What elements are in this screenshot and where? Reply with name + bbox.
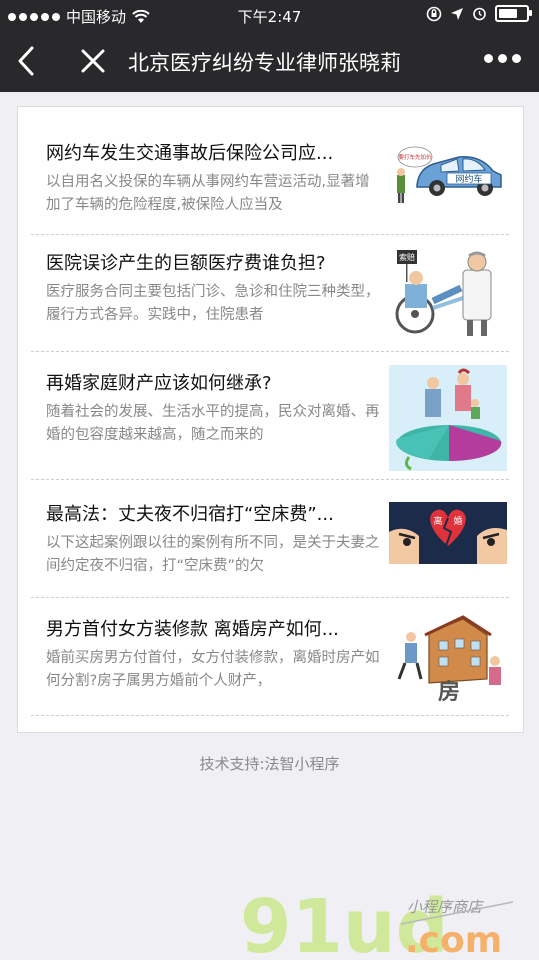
list-divider (31, 479, 509, 480)
list-item[interactable]: 医院误诊产生的巨额医疗费谁负担? 医疗服务合同主要包括门诊、急诊和住院三种类型，… (46, 246, 512, 341)
list-item[interactable]: 网约车发生交通事故后保险公司应... 以自用名义投保的车辆从事网约车营运活动,显… (46, 141, 512, 231)
status-bar: 中国移动 下午2:47 (0, 0, 539, 30)
speech-bubble-text: 要打车先加价 (398, 153, 432, 161)
article-title: 男方首付女方装修款 离婚房产如何... (46, 619, 339, 640)
watermark-tagline-text: 小程序商店 (407, 898, 484, 916)
91ud-watermark-logo: 91ud .com 小程序商店 (240, 884, 514, 960)
list-divider (31, 715, 509, 716)
article-summary: 随着社会的发展、生活水平的提高，民众对离婚、再婚的包容度越来越高，随之而来的 (46, 404, 380, 443)
list-item[interactable]: 最高法：丈夫夜不归宿打“空床费”... 以下这起案例跟以往的案例有所不同，是关于… (46, 502, 512, 592)
watermark-domain-text: .com (405, 920, 502, 960)
list-item[interactable]: 再婚家庭财产应该如何继承? 随着社会的发展、生活水平的提高，民众对离婚、再婚的包… (46, 365, 512, 471)
back-arrow-icon[interactable] (12, 44, 42, 78)
battery-icon (495, 5, 532, 22)
orientation-lock-icon (426, 6, 442, 21)
close-icon[interactable] (78, 46, 108, 76)
car-banner-text: 网约车 (455, 173, 482, 185)
navigation-bar: 北京医疗纠纷专业律师张晓莉 (0, 30, 539, 92)
house-overlay-text: 房 (438, 679, 460, 703)
alarm-icon (473, 7, 486, 21)
article-title: 最高法：丈夫夜不归宿打“空床费”... (46, 504, 334, 525)
list-divider (31, 234, 509, 235)
hospital-cartoon-image: 索赔 (389, 246, 507, 341)
tech-support-footer: 技术支持:法智小程序 (199, 755, 340, 773)
article-summary: 以自用名义投保的车辆从事网约车营运活动,显著增加了车辆的危险程度,被保险人应当及 (46, 174, 370, 213)
car-cartoon-image: 网约车 要打车先加价 (389, 141, 507, 205)
page-title: 北京医疗纠纷专业律师张晓莉 (128, 51, 401, 75)
list-divider (31, 351, 509, 352)
house-cartoon-image: 房 (389, 613, 507, 703)
divorce-cartoon-image: 离 婚 (389, 502, 507, 564)
location-icon (451, 7, 463, 20)
article-summary: 医疗服务合同主要包括门诊、急诊和住院三种类型，履行方式各异。实践中，住院患者 (46, 284, 380, 323)
article-title: 医院误诊产生的巨额医疗费谁负担? (46, 253, 326, 274)
article-summary: 以下这起案例跟以往的案例有所不同，是关于夫妻之间约定夜不归宿，打“空床费”的欠 (46, 535, 380, 574)
list-divider (31, 597, 509, 598)
heart-left-text: 离 (433, 515, 442, 527)
article-list: 网约车发生交通事故后保险公司应... 以自用名义投保的车辆从事网约车营运活动,显… (17, 106, 524, 733)
family-pie-cartoon-image (389, 365, 507, 471)
more-options-icon[interactable] (484, 54, 521, 63)
list-item[interactable]: 男方首付女方装修款 离婚房产如何... 婚前买房男方付首付，女方付装修款，离婚时… (46, 613, 512, 707)
article-title: 再婚家庭财产应该如何继承? (46, 373, 272, 394)
heart-right-text: 婚 (453, 515, 462, 527)
sign-text: 索赔 (399, 252, 415, 262)
article-title: 网约车发生交通事故后保险公司应... (46, 143, 334, 164)
article-summary: 婚前买房男方付首付，女方付装修款，离婚时房产如何分割?房子属男方婚前个人财产， (46, 650, 380, 689)
